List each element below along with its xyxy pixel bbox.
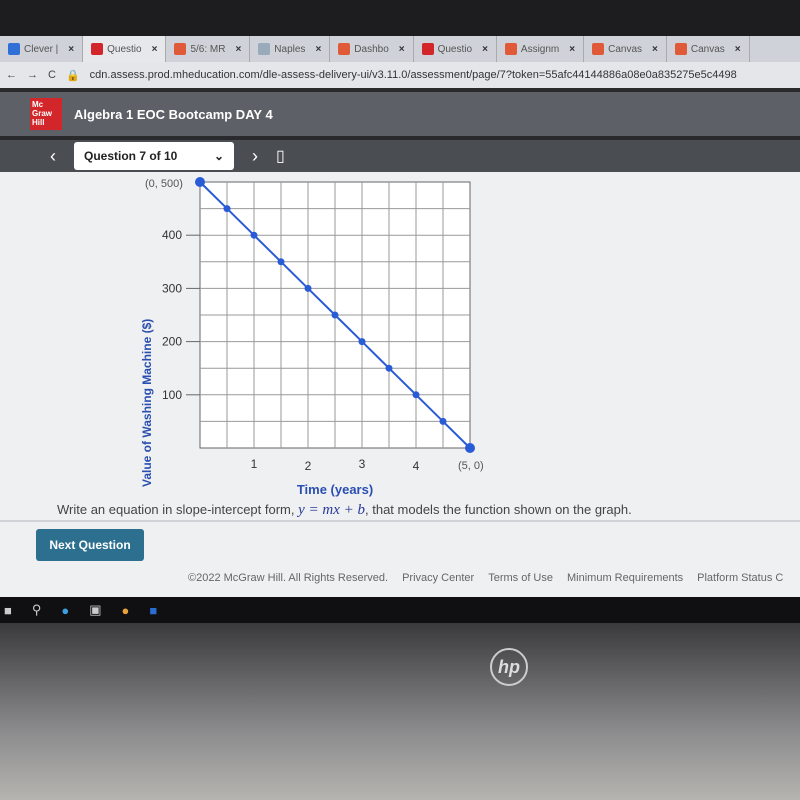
start-icon[interactable]: ■	[4, 603, 12, 618]
data-point	[331, 311, 339, 319]
reload-icon[interactable]: C	[48, 69, 56, 81]
status-link[interactable]: Platform Status C	[697, 572, 783, 584]
y-tick-label: 200	[162, 335, 182, 349]
edge-icon[interactable]: ●	[61, 603, 69, 618]
tab-label: Questio	[107, 43, 142, 55]
app-header: Mc Graw Hill Algebra 1 EOC Bootcamp DAY 4	[0, 92, 800, 136]
chrome-icon[interactable]: ●	[122, 603, 130, 618]
bookmark-icon[interactable]: ▯	[276, 146, 285, 166]
tab-favicon-icon	[421, 43, 434, 55]
question-navigation: ‹ Question 7 of 10 ⌄ › ▯	[0, 140, 800, 172]
tab-favicon-icon	[674, 43, 687, 55]
browser-tab[interactable]: Assignm ×	[497, 36, 585, 62]
terms-link[interactable]: Terms of Use	[488, 572, 553, 584]
close-tab-icon[interactable]: ×	[569, 44, 575, 55]
question-content: Value of Washing Machine ($) Time (years…	[0, 172, 800, 597]
x-tick-label: 2	[305, 459, 312, 473]
data-point	[304, 284, 312, 292]
course-title: Algebra 1 EOC Bootcamp DAY 4	[74, 106, 273, 122]
tab-strip: Clever | × Questio × 5/6: MR × Naples × Dashbo × Q…	[0, 36, 800, 62]
data-point	[223, 205, 231, 213]
laptop-body	[0, 623, 800, 800]
y-tick-label: 300	[162, 281, 182, 295]
store-icon[interactable]: ▣	[89, 602, 101, 618]
tab-label: Naples	[274, 43, 306, 55]
question-selector-label: Question 7 of 10	[84, 149, 178, 163]
requirements-link[interactable]: Minimum Requirements	[567, 572, 683, 584]
data-point	[250, 231, 258, 239]
mcgraw-hill-logo: Mc Graw Hill	[30, 98, 62, 130]
lock-icon: 🔒	[65, 69, 80, 82]
data-point	[439, 417, 447, 425]
close-tab-icon[interactable]: ×	[735, 44, 741, 55]
browser-tab[interactable]: Canvas ×	[584, 36, 667, 62]
x-tick-label: 4	[413, 459, 420, 473]
tab-favicon-icon	[338, 43, 351, 55]
tab-label: 5/6: MR	[190, 43, 226, 55]
tab-favicon-icon	[8, 43, 20, 55]
tab-favicon-icon	[91, 43, 104, 55]
question-selector[interactable]: Question 7 of 10 ⌄	[74, 142, 234, 170]
close-tab-icon[interactable]: ×	[315, 44, 321, 55]
data-point	[385, 364, 393, 372]
y-tick-label: 100	[162, 388, 182, 402]
copyright: ©2022 McGraw Hill. All Rights Reserved.	[188, 572, 389, 584]
tab-favicon-icon	[174, 43, 187, 55]
footer: ©2022 McGraw Hill. All Rights Reserved. …	[188, 572, 783, 584]
search-icon[interactable]: ⚲	[32, 602, 42, 618]
browser-tab[interactable]: Dashbo ×	[330, 36, 414, 62]
close-tab-icon[interactable]: ×	[399, 44, 405, 55]
tab-label: Canvas	[690, 43, 725, 55]
screen-bezel	[0, 0, 800, 36]
line-chart: Value of Washing Machine ($) Time (years…	[140, 177, 484, 497]
data-point	[277, 258, 285, 266]
browser-tab[interactable]: Canvas ×	[667, 36, 750, 62]
close-tab-icon[interactable]: ×	[652, 44, 658, 55]
divider	[0, 520, 800, 522]
x-tick-label: 3	[359, 457, 366, 471]
next-question-button[interactable]: Next Question	[36, 529, 144, 561]
question-prompt: Write an equation in slope-intercept for…	[57, 502, 632, 518]
forward-icon[interactable]: →	[27, 69, 38, 81]
back-icon[interactable]: ←	[6, 69, 17, 81]
data-point	[195, 177, 205, 187]
browser-tab[interactable]: Questio ×	[414, 36, 497, 62]
chevron-down-icon: ⌄	[213, 149, 224, 163]
equation: y = mx + b	[298, 502, 366, 518]
close-tab-icon[interactable]: ×	[235, 44, 241, 55]
browser-tab[interactable]: 5/6: MR ×	[166, 36, 251, 62]
taskbar: ■ ⚲ ● ▣ ● ■	[0, 597, 800, 623]
privacy-link[interactable]: Privacy Center	[402, 572, 474, 584]
data-point	[412, 391, 420, 399]
tab-favicon-icon	[258, 43, 271, 55]
y-tick-label: 400	[162, 228, 182, 242]
address-bar[interactable]: ← → C 🔒 cdn.assess.prod.mheducation.com/…	[0, 62, 800, 88]
tab-favicon-icon	[504, 43, 517, 55]
tab-label: Assignm	[520, 43, 560, 55]
next-question-icon[interactable]: ›	[252, 146, 258, 167]
y-axis-label: Value of Washing Machine ($)	[140, 319, 154, 487]
word-icon[interactable]: ■	[149, 603, 157, 618]
annotation-start: (0, 500)	[145, 178, 183, 190]
browser-tab[interactable]: Clever | ×	[0, 36, 84, 62]
close-tab-icon[interactable]: ×	[482, 44, 488, 55]
tab-label: Clever |	[24, 43, 59, 55]
annotation-end: (5, 0)	[458, 460, 484, 472]
data-point	[465, 443, 475, 453]
data-point	[358, 338, 366, 346]
browser-tab[interactable]: Naples ×	[250, 36, 331, 62]
close-tab-icon[interactable]: ×	[68, 44, 74, 55]
browser-tab[interactable]: Questio ×	[83, 36, 167, 62]
tab-label: Canvas	[608, 43, 643, 55]
tab-favicon-icon	[592, 43, 605, 55]
hp-logo: hp	[490, 648, 528, 686]
x-tick-label: 1	[251, 457, 258, 471]
tab-label: Questio	[437, 43, 473, 55]
url-text[interactable]: cdn.assess.prod.mheducation.com/dle-asse…	[90, 69, 737, 81]
close-tab-icon[interactable]: ×	[152, 44, 158, 55]
x-axis-label: Time (years)	[297, 482, 373, 497]
tab-label: Dashbo	[354, 43, 389, 55]
previous-question-icon[interactable]: ‹	[50, 146, 56, 167]
